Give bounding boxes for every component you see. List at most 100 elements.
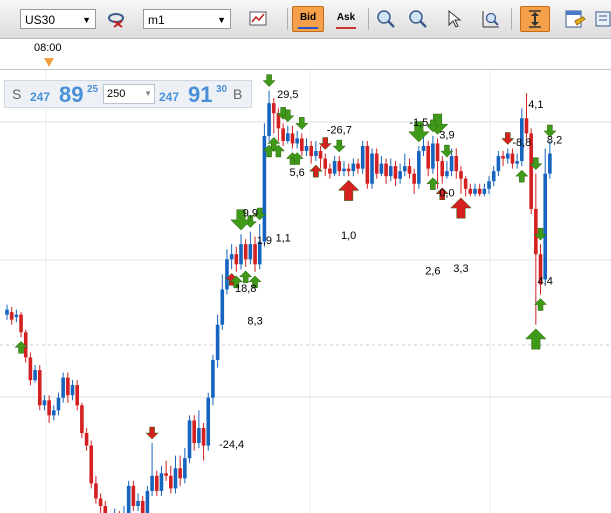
candle-body: [140, 500, 145, 513]
candle-body: [379, 163, 384, 174]
candle-body: [351, 163, 356, 172]
amount-input[interactable]: 250 ▼: [103, 84, 155, 104]
price-chart[interactable]: -24,4 18,8 8,3 9,9 1,9 1,1 29,5 5,6 -26,7 1,0 -1,5…: [0, 70, 611, 513]
cursor-zoom-icon: [448, 9, 462, 28]
candle-body: [33, 370, 37, 381]
arrow-down-icon: [145, 426, 159, 440]
candle-body: [496, 156, 501, 172]
candle-body: [501, 156, 505, 159]
candle-body: [52, 410, 56, 416]
arrow-up-icon: [450, 197, 472, 219]
candle-body: [178, 468, 182, 479]
candle-body: [346, 168, 351, 172]
zoom-in-icon: [377, 10, 395, 28]
signal-value-label: -8,8: [512, 137, 531, 149]
candle-body: [468, 188, 473, 194]
candle-body: [56, 397, 61, 411]
cursor-zoom-button[interactable]: [440, 6, 468, 32]
candle-body: [403, 166, 407, 172]
symbol-select[interactable]: US30 ▼: [20, 9, 96, 29]
symbols-list-button[interactable]: [103, 6, 131, 32]
candle-body: [70, 385, 75, 396]
candle-body: [159, 473, 164, 491]
amount-value: 250: [107, 88, 126, 100]
toolbar-separator: [368, 8, 369, 30]
candle-body: [491, 171, 496, 182]
zoom-out-button[interactable]: [404, 6, 432, 32]
candle-body: [473, 188, 477, 194]
overflow-button[interactable]: [592, 6, 611, 32]
candle-body: [187, 420, 192, 459]
candle-body: [524, 118, 529, 134]
candle-body: [150, 475, 154, 491]
candle-body: [248, 244, 253, 260]
candle-body: [131, 485, 136, 506]
candle-body: [548, 153, 552, 174]
candle-body: [421, 145, 426, 152]
signal-value-label: 29,5: [277, 89, 298, 101]
candle-body: [342, 168, 346, 172]
candle-body: [37, 370, 42, 406]
zoom-in-button[interactable]: [372, 6, 400, 32]
autoscroll-button[interactable]: [520, 6, 550, 32]
signal-value-label: 3,9: [439, 129, 454, 141]
sell-price-pips: 25: [87, 84, 99, 95]
buy-price-main[interactable]: 91: [188, 82, 212, 108]
signal-value-label: 0,0: [439, 187, 454, 199]
properties-button[interactable]: [560, 6, 588, 32]
candle-body: [220, 289, 225, 325]
bid-button[interactable]: Bid: [292, 6, 324, 32]
timeframe-value: m1: [148, 13, 165, 27]
candle-body: [309, 145, 313, 157]
candle-body: [431, 143, 435, 169]
arrow-up-icon: [515, 169, 529, 183]
arrow-up-icon: [525, 328, 547, 350]
time-axis: 08:00: [0, 39, 611, 70]
candle-body: [229, 254, 234, 260]
candle-body: [9, 312, 14, 320]
timeframe-select[interactable]: m1 ▼: [143, 9, 231, 29]
fit-zoom-icon: [482, 11, 499, 28]
ask-label: Ask: [336, 12, 356, 23]
symbols-list-icon: [108, 13, 124, 28]
candle-body: [14, 314, 19, 318]
ask-button[interactable]: Ask: [330, 6, 362, 32]
signal-value-label: 1,0: [341, 230, 356, 242]
candle-body: [253, 244, 257, 265]
buy-price-prefix: 247: [159, 90, 180, 104]
candle-body: [445, 171, 449, 177]
signal-value-label: 4,1: [528, 99, 543, 111]
candle-body: [534, 208, 538, 255]
candle-body: [5, 309, 9, 315]
candle-body: [126, 485, 131, 513]
signal-arrows: [14, 74, 557, 440]
candle-body: [515, 161, 519, 164]
time-label: 08:00: [34, 42, 62, 54]
overflow-icon: [595, 11, 611, 27]
sell-price-prefix: 247: [30, 90, 51, 104]
sell-price-main[interactable]: 89: [59, 82, 83, 108]
candle-body: [61, 377, 65, 398]
candle-body: [80, 405, 84, 433]
candle-body: [435, 143, 440, 162]
chart-type-button[interactable]: [244, 6, 272, 32]
candle-body: [543, 173, 547, 280]
signal-value-label: -26,7: [327, 124, 352, 136]
arrow-up-icon: [337, 179, 360, 201]
candle-body: [239, 244, 243, 265]
properties-icon: [565, 10, 586, 28]
candle-body: [215, 324, 220, 360]
time-marker-icon[interactable]: [44, 58, 54, 67]
signal-value-label: 4,4: [538, 275, 553, 287]
candle-body: [290, 133, 295, 144]
candle-body: [173, 468, 178, 489]
candle-body: [426, 145, 430, 169]
candle-body: [328, 168, 332, 174]
candle-body: [267, 103, 271, 136]
candle-body: [98, 498, 103, 506]
signal-value-label: 8,3: [247, 316, 262, 328]
candle-body: [505, 153, 510, 159]
candle-body: [323, 158, 328, 169]
signal-value-label: -1,5: [409, 117, 428, 129]
fit-zoom-button[interactable]: [476, 6, 504, 32]
